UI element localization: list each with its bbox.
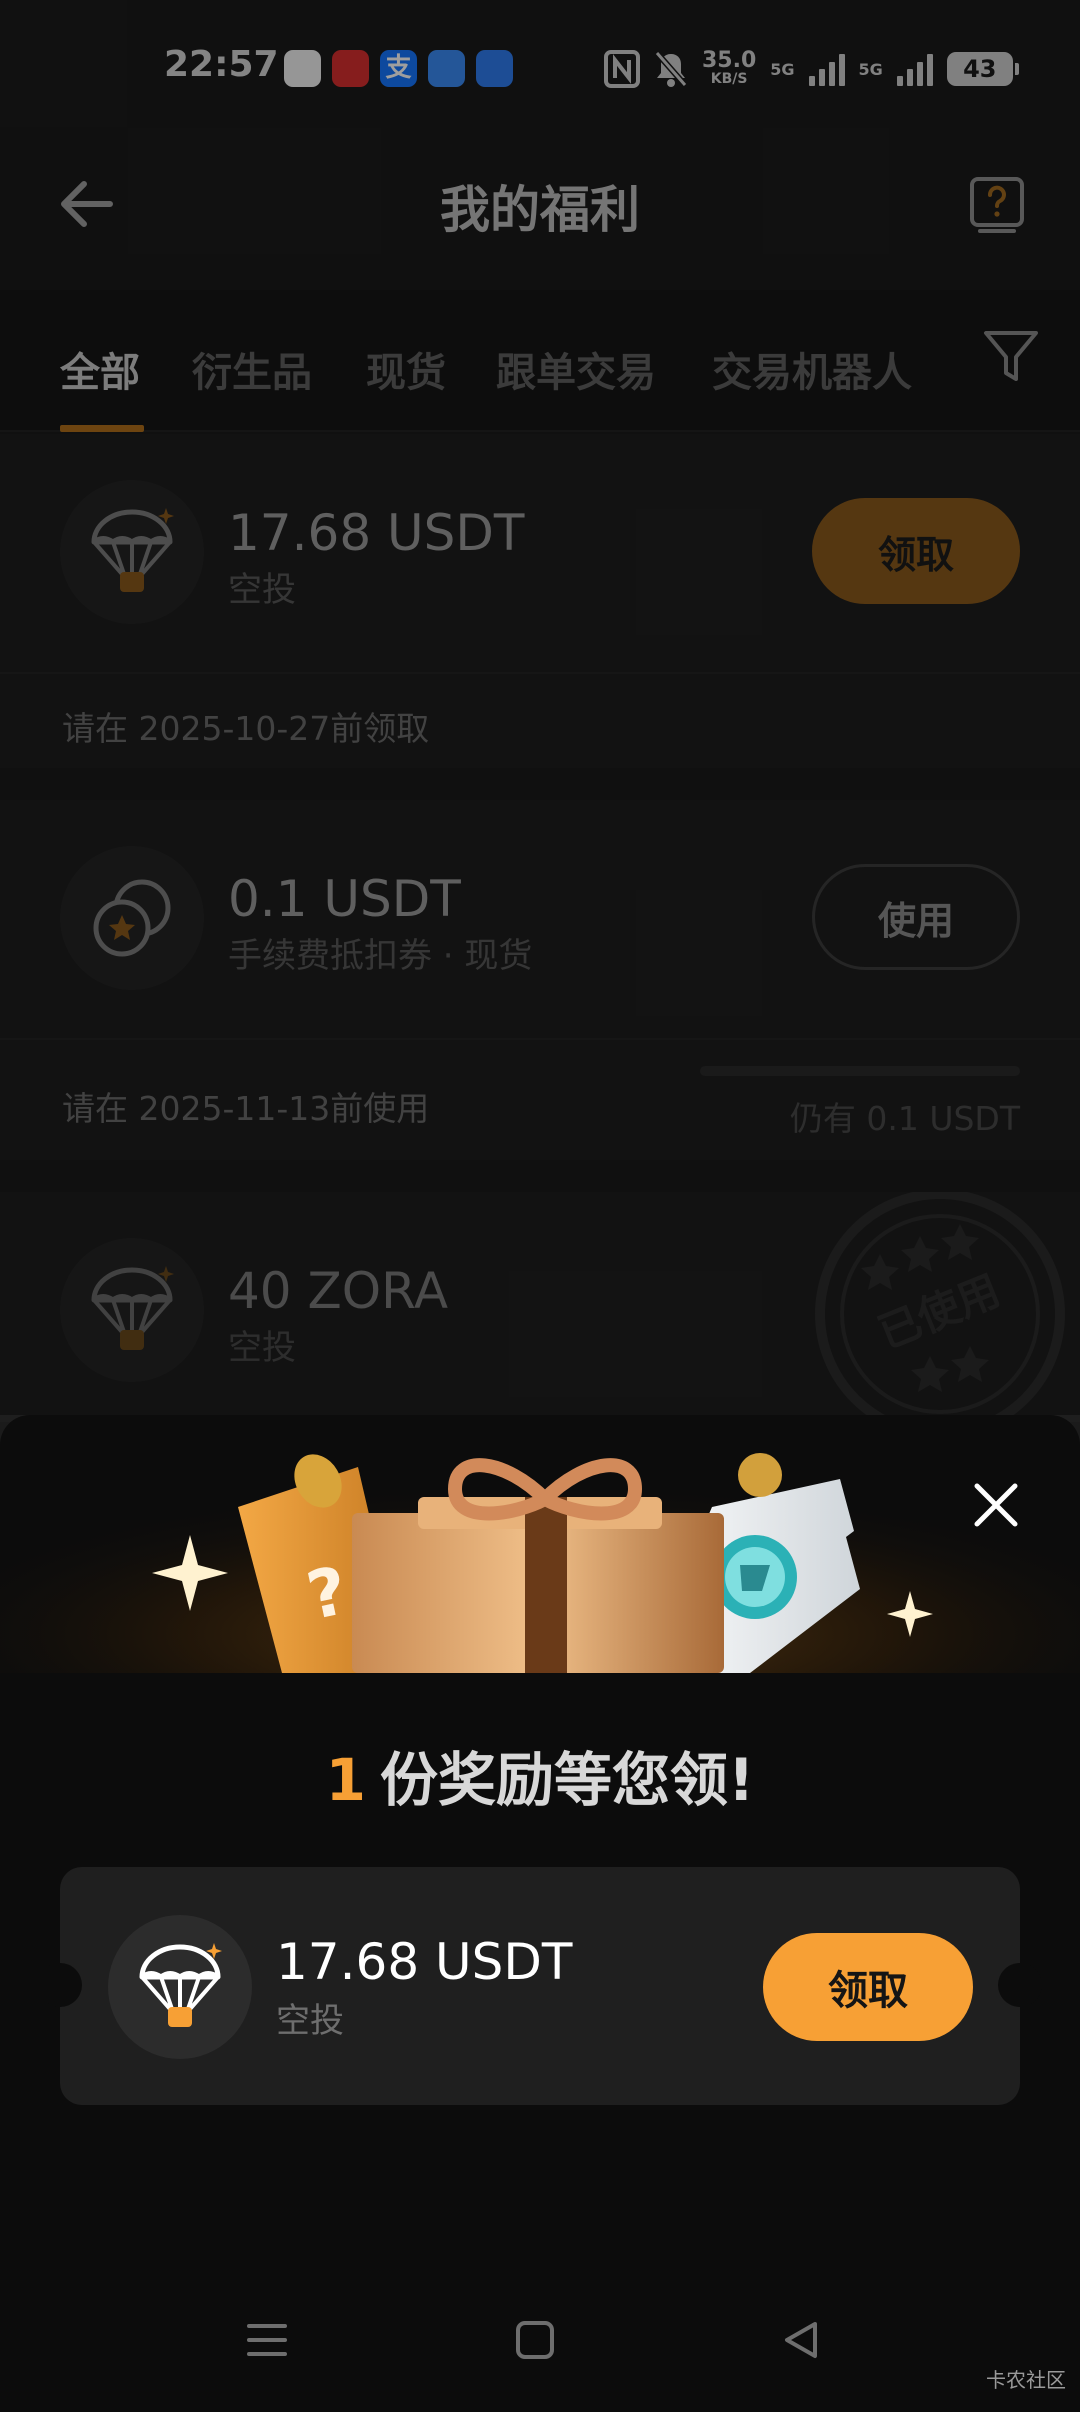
back-nav-button[interactable] <box>766 2310 836 2370</box>
gift-box-illustration: ? <box>0 1415 1080 1673</box>
reward-type: 空投 <box>276 2001 344 2041</box>
menu-icon <box>247 2324 287 2356</box>
modal-backdrop[interactable] <box>0 0 1080 1415</box>
close-button[interactable] <box>960 1469 1032 1541</box>
reward-title-text: 份奖励等您领! <box>379 1746 755 1814</box>
close-icon <box>974 1483 1018 1527</box>
reward-count: 1 <box>325 1746 366 1814</box>
rewards-waiting-title: 1 份奖励等您领! <box>0 1733 1080 1817</box>
home-icon <box>516 2321 554 2359</box>
reward-ticket: 17.68 USDT 空投 领取 <box>38 1867 1042 2105</box>
parachute-icon <box>139 1943 222 2027</box>
reward-icon-circle <box>108 1915 252 2059</box>
triangle-back-icon <box>785 2322 817 2358</box>
watermark-text: 卡农社区 <box>986 2368 1066 2392</box>
home-button[interactable] <box>500 2310 570 2370</box>
system-navigation-bar <box>0 2290 1080 2412</box>
claim-button[interactable]: 领取 <box>763 1933 973 2041</box>
reward-bottom-sheet: ? 1 份奖励等您领! 17.68 USDT 空投 领取 <box>0 1415 1080 2412</box>
menu-button[interactable] <box>232 2310 302 2370</box>
ticket-notch <box>38 1963 82 2007</box>
reward-amount: 17.68 USDT <box>276 1933 573 1991</box>
ticket-notch <box>998 1963 1042 2007</box>
